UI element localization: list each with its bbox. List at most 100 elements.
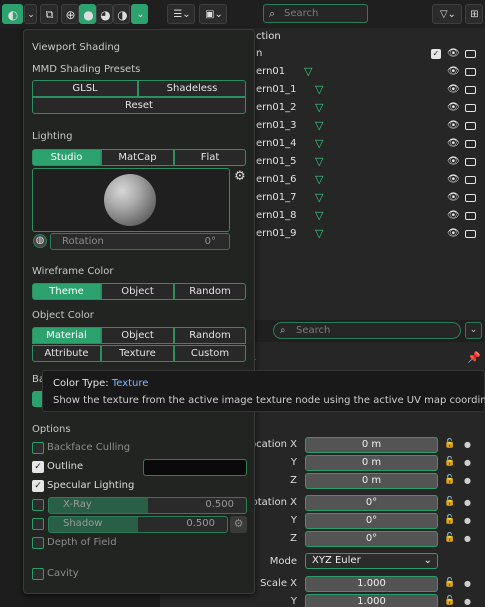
- lock-icon[interactable]: 🔓: [444, 533, 455, 543]
- eye-icon[interactable]: 👁: [447, 135, 460, 153]
- eye-icon[interactable]: 👁: [447, 117, 460, 135]
- solid-shading-button[interactable]: ●: [79, 4, 96, 24]
- wireframe-theme-tab[interactable]: Theme: [32, 283, 101, 300]
- camera-icon[interactable]: [465, 104, 476, 112]
- rendered-shading-button[interactable]: ◑: [113, 4, 130, 24]
- camera-icon[interactable]: [465, 50, 476, 58]
- lighting-matcap-tab[interactable]: MatCap: [101, 149, 174, 166]
- lighting-studio-tab[interactable]: Studio: [32, 149, 101, 166]
- rotation-y-field[interactable]: 0°: [305, 513, 438, 529]
- outline-color-swatch[interactable]: [143, 459, 247, 476]
- color-object-tab[interactable]: Object: [101, 327, 174, 344]
- editor-type-button[interactable]: ☰⌄: [167, 4, 195, 24]
- keyframe-dot-icon[interactable]: ●: [464, 579, 471, 588]
- shadow-slider[interactable]: Shadow 0.500: [48, 516, 228, 533]
- lock-icon[interactable]: 🔓: [444, 439, 455, 449]
- wireframe-random-tab[interactable]: Random: [174, 283, 246, 300]
- keyframe-dot-icon[interactable]: ●: [464, 534, 471, 543]
- camera-icon[interactable]: [465, 68, 476, 76]
- camera-icon[interactable]: [465, 176, 476, 184]
- location-z-field[interactable]: 0 m: [305, 473, 438, 489]
- camera-icon[interactable]: [465, 122, 476, 130]
- display-mode-button[interactable]: ▣⌄: [199, 4, 227, 24]
- properties-options-dropdown[interactable]: ⌄: [465, 322, 482, 339]
- lock-icon[interactable]: 🔓: [444, 515, 455, 525]
- camera-icon[interactable]: [465, 194, 476, 202]
- wireframe-shading-button[interactable]: ⊕: [61, 4, 79, 24]
- eye-icon[interactable]: 👁: [447, 225, 460, 243]
- checkbox-icon[interactable]: ✓: [431, 49, 441, 59]
- camera-icon[interactable]: [465, 140, 476, 148]
- properties-search-input[interactable]: ⌕ Search: [273, 322, 461, 339]
- location-y-field[interactable]: 0 m: [305, 455, 438, 471]
- eye-icon[interactable]: 👁: [447, 171, 460, 189]
- lock-icon[interactable]: 🔓: [444, 457, 455, 467]
- color-random-tab[interactable]: Random: [174, 327, 246, 344]
- outline-checkbox[interactable]: ✓: [32, 461, 44, 473]
- gear-icon[interactable]: ⚙: [234, 169, 246, 184]
- studio-light-preview[interactable]: [32, 168, 230, 232]
- keyframe-dot-icon[interactable]: ●: [464, 597, 471, 606]
- camera-icon[interactable]: [465, 86, 476, 94]
- wireframe-object-tab[interactable]: Object: [101, 283, 174, 300]
- lock-icon[interactable]: 🔓: [444, 596, 455, 606]
- color-material-tab[interactable]: Material: [32, 327, 101, 344]
- reset-button[interactable]: Reset: [32, 97, 246, 114]
- keyframe-dot-icon[interactable]: ●: [464, 476, 471, 485]
- glsl-button[interactable]: GLSL: [32, 80, 138, 97]
- shading-dropdown-button[interactable]: ⌄: [24, 4, 37, 24]
- outliner-item-name: ern01_8: [256, 210, 297, 221]
- xray-value: 0.500: [205, 499, 234, 510]
- cavity-checkbox[interactable]: [32, 568, 44, 580]
- keyframe-dot-icon[interactable]: ●: [464, 498, 471, 507]
- xray-slider[interactable]: X-Ray 0.500: [48, 497, 247, 514]
- keyframe-dot-icon[interactable]: ●: [464, 458, 471, 467]
- keyframe-dot-icon[interactable]: ●: [464, 516, 471, 525]
- xray-checkbox[interactable]: [32, 499, 44, 511]
- rotation-field[interactable]: Rotation 0°: [50, 233, 230, 250]
- specular-lighting-checkbox[interactable]: ✓: [32, 480, 44, 492]
- overlay-button[interactable]: ⧉: [40, 4, 58, 24]
- shadow-checkbox[interactable]: [32, 518, 44, 530]
- object-color-title: Object Color: [32, 310, 94, 321]
- eye-icon[interactable]: 👁: [447, 63, 460, 81]
- outliner-search-input[interactable]: ⌕ Search: [263, 4, 368, 23]
- search-placeholder: Search: [296, 325, 331, 336]
- rotation-z-field[interactable]: 0°: [305, 531, 438, 547]
- scale-x-field[interactable]: 1.000: [305, 576, 438, 592]
- eye-icon[interactable]: 👁: [447, 81, 460, 99]
- viewport-shading-button[interactable]: ◐: [2, 4, 23, 24]
- keyframe-dot-icon[interactable]: ●: [464, 440, 471, 449]
- pin-icon[interactable]: 📌: [467, 351, 481, 364]
- depth-of-field-checkbox[interactable]: [32, 537, 44, 549]
- scale-y-field[interactable]: 1.000: [305, 594, 438, 607]
- lighting-flat-tab[interactable]: Flat: [174, 149, 246, 166]
- lock-icon[interactable]: 🔓: [444, 497, 455, 507]
- camera-icon[interactable]: [465, 212, 476, 220]
- color-texture-tab[interactable]: Texture: [101, 345, 174, 362]
- new-collection-button[interactable]: ⊞: [465, 4, 483, 24]
- lock-icon[interactable]: 🔓: [444, 578, 455, 588]
- eye-icon[interactable]: 👁: [447, 189, 460, 207]
- location-x-field[interactable]: 0 m: [305, 437, 438, 453]
- gear-icon[interactable]: ⚙: [230, 516, 247, 533]
- eye-icon[interactable]: 👁: [447, 45, 460, 63]
- lock-icon[interactable]: 🔓: [444, 475, 455, 485]
- color-attribute-tab[interactable]: Attribute: [32, 345, 101, 362]
- camera-icon[interactable]: [465, 158, 476, 166]
- eye-icon[interactable]: 👁: [447, 153, 460, 171]
- camera-icon[interactable]: [465, 230, 476, 238]
- backface-culling-checkbox[interactable]: [32, 442, 44, 454]
- eye-icon[interactable]: 👁: [447, 99, 460, 117]
- outline-label: Outline: [47, 461, 84, 472]
- shading-options-button[interactable]: ⌄: [131, 4, 148, 24]
- rotation-x-field[interactable]: 0°: [305, 495, 438, 511]
- world-space-lighting-icon[interactable]: ◍: [33, 234, 47, 248]
- filter-button[interactable]: ▽⌄: [432, 4, 462, 24]
- material-preview-button[interactable]: ◕: [96, 4, 113, 24]
- eye-icon[interactable]: 👁: [447, 207, 460, 225]
- rotation-mode-select[interactable]: XYZ Euler ⌄: [305, 553, 438, 569]
- shadeless-button[interactable]: Shadeless: [138, 80, 246, 97]
- chevron-down-icon: ⌄: [136, 9, 145, 20]
- color-custom-tab[interactable]: Custom: [174, 345, 246, 362]
